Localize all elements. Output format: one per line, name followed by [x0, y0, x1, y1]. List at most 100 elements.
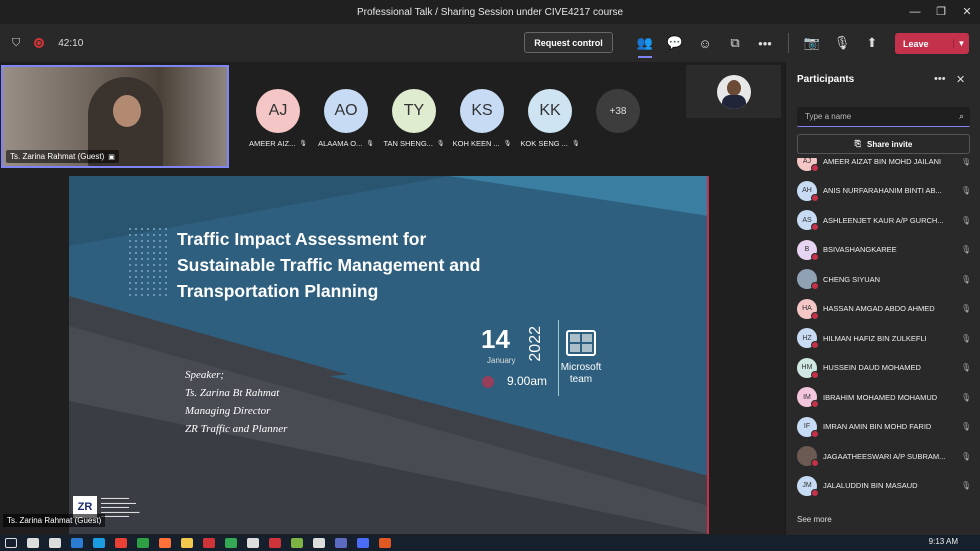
gallery-participant[interactable]: KS KOH KEEN ... 🎙 [453, 89, 511, 148]
participant-row[interactable]: IM IBRAHIM MOHAMED MOHAMUD 🎙 [797, 387, 977, 408]
taskbar-app-icon[interactable] [335, 538, 347, 548]
participant-row[interactable]: HA HASSAN AMGAD ABDO AHMED 🎙 [797, 298, 977, 320]
participant-row[interactable]: HM HUSSEIN DAUD MOHAMED 🎙 [797, 357, 977, 379]
mic-off-icon: 🎙 [503, 141, 512, 147]
participant-row[interactable]: AH ANIS NURFARAHANIM BINTI AB... 🎙 [797, 180, 977, 202]
close-button[interactable]: ✕ [954, 0, 980, 24]
participant-row[interactable]: IF IMRAN AMIN BIN MOHD FARID 🎙 [797, 416, 977, 438]
chevron-down-icon[interactable]: ▼ [953, 39, 969, 48]
mic-off-icon[interactable]: 🎙 [829, 30, 855, 56]
gallery-participant-name: KOH KEEN ... 🎙 [447, 139, 517, 148]
video-tile-presenter[interactable]: Ts. Zarina Rahmat (Guest) ▣ [1, 65, 229, 168]
taskbar-app-icon[interactable] [379, 538, 391, 548]
taskbar-app-icon[interactable] [93, 538, 105, 548]
taskbar-app-icon[interactable] [27, 538, 39, 548]
see-more-link[interactable]: See more [797, 515, 832, 524]
panel-title: Participants [797, 74, 855, 85]
request-control-button[interactable]: Request control [524, 32, 613, 53]
participant-row[interactable]: HZ HILMAN HAFIZ BIN ZULKEFLI 🎙 [797, 328, 977, 349]
taskbar-app-icon[interactable] [203, 538, 215, 548]
rooms-icon[interactable]: ⧉ [722, 30, 748, 56]
taskbar-app-icon[interactable] [225, 538, 237, 548]
mic-off-icon: 🎙 [961, 392, 972, 402]
leave-button[interactable]: Leave ▼ [895, 33, 969, 54]
mic-off-icon: 🎙 [366, 141, 374, 147]
camera-off-icon[interactable]: 📷 [799, 30, 825, 56]
mic-off-icon: 🎙 [571, 141, 580, 147]
shared-slide: Traffic Impact Assessment for Sustainabl… [69, 176, 709, 534]
video-tile-label: Ts. Zarina Rahmat (Guest) ▣ [6, 150, 119, 163]
share-invite-button[interactable]: ⎘ Share invite [797, 134, 970, 154]
taskbar-app-icon[interactable] [137, 538, 149, 548]
taskbar-app-icon[interactable] [159, 538, 171, 548]
participant-row[interactable]: JM JALALUDDIN BIN MASAUD 🎙 [797, 475, 977, 497]
presenter-name-label: Ts. Zarina Rahmat (Guest) [3, 514, 106, 527]
clock-icon [482, 376, 494, 388]
participant-row[interactable]: CHENG SIYUAN 🎙 [797, 269, 977, 290]
taskbar-app-icon[interactable] [313, 538, 325, 548]
more-icon[interactable]: ••• [752, 30, 778, 56]
logo-address-text: ▬▬▬▬▬▬▬▬ ▬▬▬▬▬▬▬▬▬▬ ▬▬▬▬▬▬▬▬ ▬▬▬▬▬▬▬▬▬▬▬ ▬▬▬… [101, 496, 140, 518]
participant-row[interactable]: AS ASHLEENJET KAUR A/P GURCH... 🎙 [797, 210, 977, 231]
chat-icon[interactable]: 💬 [662, 30, 688, 56]
participant-row[interactable]: JAGAATHEESWARI A/P SUBRAM... 🎙 [797, 446, 977, 467]
gallery-participant[interactable]: TY TAN SHENG... 🎙 [383, 89, 445, 148]
meeting-stage: Ts. Zarina Rahmat (Guest) ▣ AJ AMEER AIZ..… [0, 62, 783, 535]
maximize-button[interactable]: ❐ [928, 0, 954, 24]
avatar: AJ [256, 89, 300, 133]
gallery-participant-name: ALAAMA O... 🎙 [311, 139, 381, 148]
taskbar-app-icon[interactable] [247, 538, 259, 548]
gallery-participant[interactable]: AO ALAAMA O... 🎙 [318, 89, 374, 148]
reactions-icon[interactable]: ☺ [692, 30, 718, 56]
mic-off-icon: 🎙 [961, 274, 972, 284]
taskbar-app-icon[interactable] [357, 538, 369, 548]
participant-name: TAN SHENG... [383, 139, 433, 148]
participant-name: HASSAN AMGAD ABDO AHMED [823, 304, 935, 313]
taskbar-app-icon[interactable] [181, 538, 193, 548]
speaker-line: Managing Director [185, 405, 271, 417]
participant-row[interactable]: AJ AMEER AIZAT BIN MOHD JAILANI 🎙 [797, 158, 977, 172]
participant-name: KOK SENG ... [520, 139, 568, 148]
mic-off-icon: 🎙 [961, 422, 972, 431]
mic-off-icon: 🎙 [436, 141, 445, 147]
gallery-participant-name: TAN SHENG... 🎙 [379, 139, 449, 148]
participants-panel: Participants ••• ✕ Type a name ⌕ ⎘ Share… [785, 62, 980, 535]
participant-row[interactable]: B BSIVASHANGKAREE 🎙 [797, 239, 977, 261]
minimize-button[interactable]: — [902, 0, 928, 24]
event-time: 9.00am [507, 374, 548, 388]
more-options-icon[interactable]: ••• [934, 73, 946, 85]
taskbar-app-icon[interactable] [115, 538, 127, 548]
windows-taskbar: 9:13 AM [0, 535, 980, 551]
close-icon[interactable]: ✕ [956, 73, 965, 86]
taskbar-app-icon[interactable] [269, 538, 281, 548]
more-participants[interactable]: +38 [596, 89, 640, 148]
participant-search-input[interactable]: Type a name ⌕ [797, 107, 970, 127]
toolbar-divider [788, 33, 789, 53]
participant-name: IMRAN AMIN BIN MOHD FARID [823, 422, 932, 431]
speaker-line: ZR Traffic and Planner [185, 423, 288, 435]
share-icon[interactable]: ⬆ [859, 30, 885, 56]
gallery-participant[interactable]: KK KOK SENG ... 🎙 [520, 89, 580, 148]
screen-share-icon: ▣ [108, 154, 115, 161]
people-icon[interactable]: 👥 [632, 30, 658, 58]
avatar [797, 446, 819, 467]
slide-title-line: Sustainable Traffic Management and [177, 255, 481, 275]
video-tile-participant[interactable] [686, 65, 781, 118]
more-participants-count: +38 [596, 89, 640, 133]
mic-off-icon: 🎙 [961, 215, 972, 225]
taskbar-clock: 9:13 AM [928, 537, 958, 546]
taskbar-app-icon[interactable] [291, 538, 303, 548]
taskbar-app-icon[interactable] [5, 538, 17, 548]
avatar: TY [392, 89, 436, 133]
taskbar-app-icon[interactable] [71, 538, 83, 548]
event-date: 14 January 2022 9.00am [479, 320, 559, 396]
participant-name: AMEER AIZ... [249, 139, 296, 148]
avatar: IF [797, 416, 819, 438]
video-conference-icon [566, 330, 596, 356]
gallery-participant[interactable]: AJ AMEER AIZ... 🎙 [249, 89, 307, 148]
taskbar-app-icon[interactable] [49, 538, 61, 548]
mic-off-icon: 🎙 [961, 186, 972, 195]
share-invite-label: Share invite [867, 139, 913, 149]
presenter-face [113, 95, 141, 127]
avatar: IM [797, 387, 819, 408]
